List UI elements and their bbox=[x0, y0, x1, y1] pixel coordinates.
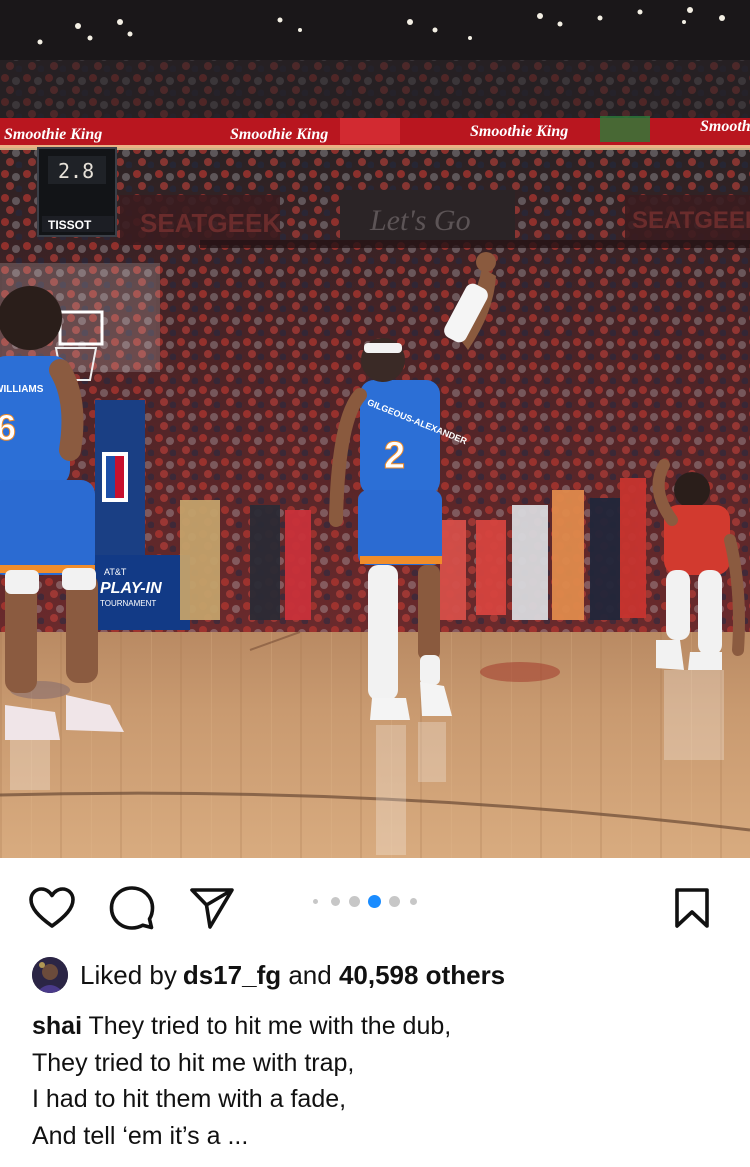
liked-by-prefix: Liked by bbox=[80, 959, 177, 990]
att-text: AT&T bbox=[104, 567, 127, 577]
caption-text: They tried to hit me with the dub, bbox=[82, 1012, 452, 1040]
tournament-text: TOURNAMENT bbox=[100, 599, 156, 608]
post-actions-bar bbox=[0, 858, 750, 954]
liker-username[interactable]: ds17_fg bbox=[183, 960, 281, 991]
play-in-text: PLAY-IN bbox=[100, 580, 162, 597]
banner-text-3: Smoothie King bbox=[470, 123, 568, 140]
avatar-image bbox=[32, 957, 68, 993]
caption-username[interactable]: shai bbox=[32, 1012, 82, 1040]
carousel-dot-active bbox=[368, 895, 381, 908]
lets-go-sign: Let's Go bbox=[369, 204, 471, 237]
likes-summary[interactable]: Liked by ds17_fg and 40,598 others bbox=[32, 955, 505, 995]
post-caption: shai They tried to hit me with the dub, … bbox=[32, 1008, 722, 1154]
caption-line: I had to hit them with a fade, bbox=[32, 1085, 347, 1113]
tissot-logo: TISSOT bbox=[48, 218, 92, 232]
carousel-indicator bbox=[0, 895, 750, 909]
banner-text-1: Smoothie King bbox=[4, 126, 102, 143]
carousel-dot bbox=[349, 896, 360, 907]
caption-line: They tried to hit me with trap, bbox=[32, 1048, 355, 1077]
carousel-dot bbox=[331, 897, 340, 906]
carousel-dot bbox=[313, 899, 318, 904]
likes-count[interactable]: 40,598 others bbox=[339, 960, 505, 991]
carousel-dot bbox=[389, 896, 400, 907]
jersey-number: 2 bbox=[384, 435, 405, 477]
caption-line: shai They tried to hit me with the dub, bbox=[32, 1008, 722, 1045]
post-photo[interactable]: Smoothie King Smoothie King Smoothie Kin… bbox=[0, 0, 750, 858]
banner-text-2: Smoothie King bbox=[230, 126, 328, 143]
liker-avatar[interactable] bbox=[32, 957, 68, 993]
left-jersey-number: 6 bbox=[0, 407, 16, 448]
basketball-court-photo: Smoothie King Smoothie King Smoothie Kin… bbox=[0, 0, 750, 858]
caption-line[interactable]: And tell ‘em it’s a ... bbox=[32, 1118, 722, 1155]
left-jersey-name: WILLIAMS bbox=[0, 384, 44, 395]
carousel-dot bbox=[410, 898, 417, 905]
bookmark-icon bbox=[675, 888, 709, 928]
seatgeek-sign-right: SEATGEEK bbox=[632, 207, 750, 234]
liked-by-middle: and bbox=[281, 959, 339, 990]
seatgeek-sign-left: SEATGEEK bbox=[140, 208, 281, 238]
banner-text-4: Smoothie King bbox=[700, 118, 750, 135]
save-button[interactable] bbox=[666, 882, 718, 934]
shot-clock-readout: 2.8 bbox=[58, 159, 94, 183]
